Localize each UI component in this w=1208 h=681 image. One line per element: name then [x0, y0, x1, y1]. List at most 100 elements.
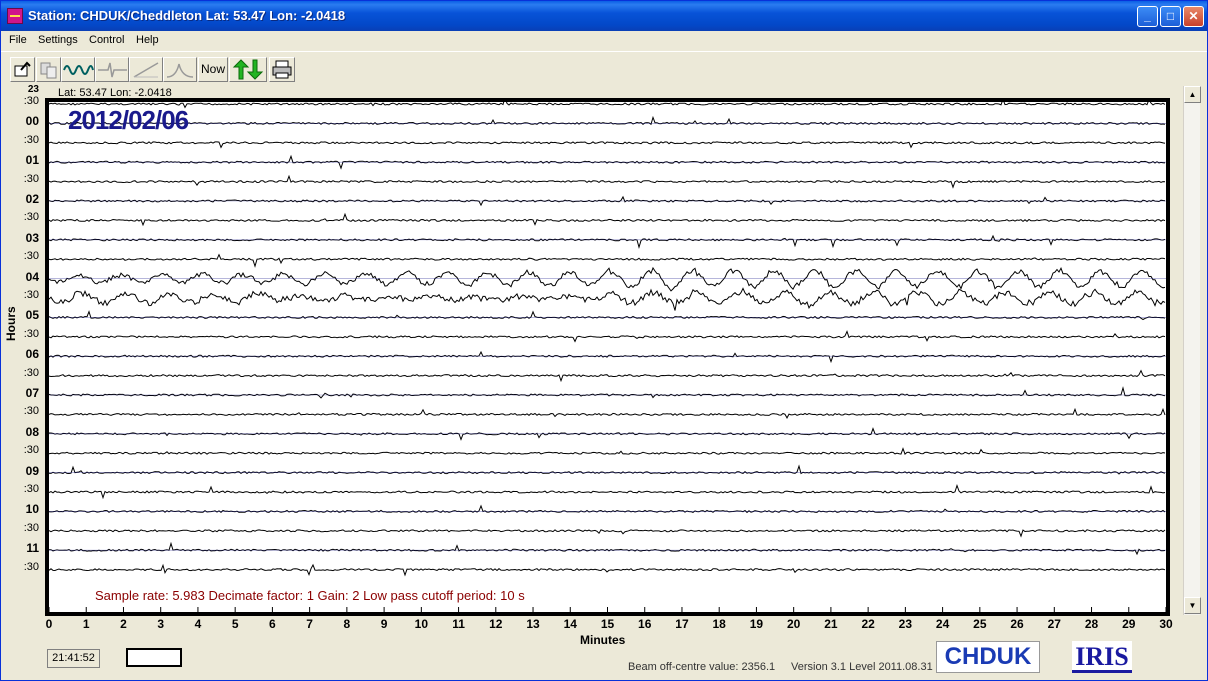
minute-tick-label: 11 [452, 617, 465, 631]
minimize-button[interactable]: _ [1137, 6, 1158, 27]
hour-label: 01 [25, 153, 39, 168]
copy-icon[interactable] [36, 57, 61, 82]
seismogram-traces [49, 102, 1166, 612]
trace-line [49, 563, 1166, 577]
print-icon[interactable] [269, 57, 295, 82]
hour-label: :30 [23, 250, 39, 263]
hour-label: :30 [23, 172, 39, 185]
trace-line [49, 102, 1166, 109]
scroll-down-icon[interactable]: ▼ [1184, 597, 1201, 614]
trace-line [49, 483, 1166, 500]
menu-file[interactable]: File [9, 34, 27, 46]
minute-tick-label: 25 [973, 617, 987, 631]
menu-bar: File Settings Control Help [1, 31, 1207, 50]
minute-tick-label: 3 [157, 617, 165, 631]
minute-tick-label: 26 [1010, 617, 1024, 631]
trace-line [49, 253, 1166, 268]
minute-tick-label: 21 [824, 617, 838, 631]
hour-label: :30 [23, 289, 39, 301]
menu-control[interactable]: Control [89, 34, 124, 46]
minute-tick-label: 12 [489, 617, 503, 631]
trace-line [49, 287, 1166, 311]
trace-line [49, 386, 1166, 399]
minute-tick-label: 4 [194, 617, 202, 631]
hour-label: :30 [23, 366, 39, 379]
hour-label: :30 [23, 483, 39, 495]
minute-tick-label: 6 [269, 617, 276, 631]
minute-tick-label: 19 [749, 617, 764, 631]
minute-tick-label: 2 [120, 617, 127, 631]
trace-line [49, 174, 1166, 189]
minute-tick-label: 29 [1122, 617, 1136, 631]
close-button[interactable]: ✕ [1183, 6, 1204, 27]
minute-tick-label: 1 [82, 617, 90, 631]
trace-line [49, 529, 1166, 538]
minute-tick-label: 24 [935, 617, 950, 631]
minute-tick-label: 15 [600, 617, 615, 631]
ramp-icon[interactable] [129, 57, 163, 82]
minute-tick-label: 13 [526, 617, 540, 631]
toolbar: Now [1, 51, 1207, 85]
hour-label: :30 [23, 95, 39, 107]
minute-tick-label: 20 [786, 617, 801, 631]
minute-tick-label: 27 [1047, 617, 1061, 631]
hour-label: :30 [23, 133, 39, 146]
status-input[interactable] [126, 648, 182, 667]
title-bar[interactable]: Station: CHDUK/Cheddleton Lat: 53.47 Lon… [1, 1, 1207, 31]
minute-tick-label: 16 [638, 617, 652, 631]
app-window: Station: CHDUK/Cheddleton Lat: 53.47 Lon… [0, 0, 1208, 681]
wave-icon[interactable] [61, 57, 95, 82]
trace-line [49, 141, 1166, 149]
now-button[interactable]: Now [198, 57, 228, 82]
menu-settings[interactable]: Settings [38, 34, 78, 46]
hour-label: :30 [23, 405, 39, 418]
hour-label-partial: 23 [27, 84, 39, 95]
up-down-arrows-icon[interactable] [229, 57, 267, 82]
hour-label: :30 [23, 444, 39, 457]
hour-label: 04 [25, 269, 39, 284]
hour-label: 09 [25, 463, 39, 478]
latlon-label: Lat: 53.47 Lon: -2.0418 [58, 87, 172, 99]
trace-line [49, 266, 1166, 292]
maximize-button[interactable]: □ [1160, 6, 1181, 27]
filter-icon[interactable] [163, 57, 197, 82]
minute-tick-label: 17 [675, 617, 689, 631]
trace-line [49, 447, 1166, 455]
minute-tick-label: 10 [414, 617, 428, 631]
hour-label: 06 [25, 347, 39, 362]
minute-tick-label: 18 [712, 617, 726, 631]
trace-line [49, 330, 1166, 343]
version-text: Version 3.1 Level 2011.08.31 [791, 661, 933, 673]
clock-display: 21:41:52 [47, 649, 100, 668]
hour-label: :30 [23, 560, 39, 573]
hour-label: 05 [25, 308, 39, 323]
trace-line [49, 541, 1166, 556]
trace-icon[interactable] [95, 57, 129, 82]
minute-tick-label: 0 [45, 617, 53, 631]
hour-label: 10 [25, 502, 39, 517]
trace-line [49, 350, 1166, 364]
minute-tick-label: 23 [898, 617, 913, 631]
date-label: 2012/02/06 [68, 105, 189, 135]
trace-line [49, 212, 1166, 227]
window-title: Station: CHDUK/Cheddleton Lat: 53.47 Lon… [28, 8, 346, 23]
trace-line [49, 234, 1166, 250]
hour-label: 08 [25, 424, 39, 439]
minutes-axis-title: Minutes [580, 633, 626, 647]
hour-label: 07 [25, 386, 39, 400]
hour-label: 11 [26, 541, 39, 556]
scroll-up-icon[interactable]: ▲ [1184, 86, 1201, 103]
open-icon[interactable] [10, 57, 35, 82]
trace-line [49, 407, 1166, 419]
hours-axis-title: Hours [4, 306, 18, 341]
minute-tick-label: 28 [1084, 617, 1099, 631]
minute-tick-label: 14 [563, 617, 577, 631]
hour-label: 03 [25, 230, 39, 245]
station-logo: CHDUK [936, 641, 1040, 673]
minute-tick-label: 22 [861, 617, 875, 631]
menu-help[interactable]: Help [136, 34, 159, 46]
hour-label: :30 [23, 327, 39, 340]
minute-tick-label: 7 [306, 617, 313, 631]
hour-label: 00 [25, 114, 39, 129]
vertical-scrollbar[interactable]: ▲ ▼ [1183, 86, 1201, 615]
